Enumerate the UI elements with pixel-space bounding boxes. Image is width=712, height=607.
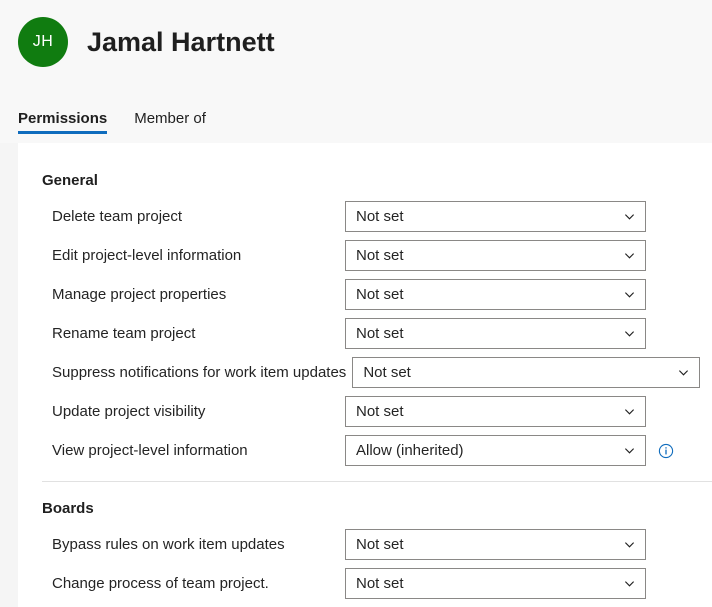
identity-row: JH Jamal Hartnett bbox=[0, 0, 712, 67]
permission-label: Manage project properties bbox=[52, 286, 227, 303]
table-row: Rename team project Not set bbox=[18, 314, 712, 353]
table-row: Suppress notifications for work item upd… bbox=[18, 353, 712, 392]
table-row bbox=[18, 603, 712, 607]
chevron-down-icon bbox=[624, 445, 635, 456]
section-general-rows: Delete team project Not set Edit project… bbox=[18, 189, 712, 470]
permission-dropdown[interactable]: Allow (inherited) bbox=[345, 435, 646, 466]
info-icon[interactable] bbox=[658, 443, 674, 459]
table-row: Bypass rules on work item updates Not se… bbox=[18, 525, 712, 564]
chevron-down-icon bbox=[624, 578, 635, 589]
permission-dropdown[interactable]: Not set bbox=[352, 357, 700, 388]
tab-bar: Permissions Member of bbox=[18, 110, 233, 143]
permission-dropdown-value: Not set bbox=[356, 286, 404, 303]
permission-dropdown[interactable]: Not set bbox=[345, 318, 646, 349]
section-boards: Boards Bypass rules on work item updates… bbox=[18, 482, 712, 607]
permission-dropdown[interactable]: Not set bbox=[345, 201, 646, 232]
permission-dropdown[interactable]: Not set bbox=[345, 396, 646, 427]
avatar-initials: JH bbox=[32, 33, 54, 50]
section-title-general: General bbox=[42, 172, 98, 189]
permission-label: Suppress notifications for work item upd… bbox=[52, 364, 347, 381]
permission-label: Change process of team project. bbox=[52, 575, 269, 592]
permission-dropdown-value: Not set bbox=[356, 247, 404, 264]
permissions-card-body: General Delete team project Not set Edit… bbox=[18, 143, 712, 607]
section-title-boards: Boards bbox=[42, 500, 94, 517]
tab-member-of[interactable]: Member of bbox=[134, 110, 206, 143]
section-general: General Delete team project Not set Edit… bbox=[18, 143, 712, 482]
permission-dropdown-value: Not set bbox=[356, 325, 404, 342]
chevron-down-icon bbox=[624, 539, 635, 550]
permission-dropdown[interactable]: Not set bbox=[345, 568, 646, 599]
permission-dropdown-value: Not set bbox=[356, 575, 404, 592]
tab-member-of-label: Member of bbox=[134, 110, 206, 127]
table-row: Delete team project Not set bbox=[18, 197, 712, 236]
permission-dropdown[interactable]: Not set bbox=[345, 240, 646, 271]
chevron-down-icon bbox=[624, 250, 635, 261]
permission-label: Edit project-level information bbox=[52, 247, 242, 264]
permission-dropdown-value: Not set bbox=[356, 208, 404, 225]
page-title: Jamal Hartnett bbox=[87, 26, 275, 57]
permission-label: Delete team project bbox=[52, 208, 183, 225]
table-row: Edit project-level information Not set bbox=[18, 236, 712, 275]
permission-label: Bypass rules on work item updates bbox=[52, 536, 285, 553]
chevron-down-icon bbox=[624, 406, 635, 417]
permission-dropdown-value: Not set bbox=[363, 364, 411, 381]
avatar: JH bbox=[18, 17, 68, 67]
permission-label: View project-level information bbox=[52, 442, 248, 459]
section-boards-rows: Bypass rules on work item updates Not se… bbox=[18, 517, 712, 607]
table-row: Update project visibility Not set bbox=[18, 392, 712, 431]
chevron-down-icon bbox=[624, 289, 635, 300]
page-header: JH Jamal Hartnett Permissions Member of bbox=[0, 0, 712, 143]
tab-permissions-label: Permissions bbox=[18, 110, 108, 127]
permission-dropdown-value: Allow (inherited) bbox=[356, 442, 464, 459]
permission-dropdown-value: Not set bbox=[356, 403, 404, 420]
permission-dropdown[interactable]: Not set bbox=[345, 529, 646, 560]
table-row: View project-level information Allow (in… bbox=[18, 431, 712, 470]
chevron-down-icon bbox=[624, 328, 635, 339]
permission-dropdown-value: Not set bbox=[356, 536, 404, 553]
table-row: Manage project properties Not set bbox=[18, 275, 712, 314]
chevron-down-icon bbox=[678, 367, 689, 378]
permissions-card: General Delete team project Not set Edit… bbox=[18, 143, 712, 607]
tab-permissions[interactable]: Permissions bbox=[18, 110, 108, 143]
chevron-down-icon bbox=[624, 211, 635, 222]
permission-dropdown[interactable]: Not set bbox=[345, 279, 646, 310]
table-row: Change process of team project. Not set bbox=[18, 564, 712, 603]
permission-label: Rename team project bbox=[52, 325, 196, 342]
permission-label: Update project visibility bbox=[52, 403, 206, 420]
